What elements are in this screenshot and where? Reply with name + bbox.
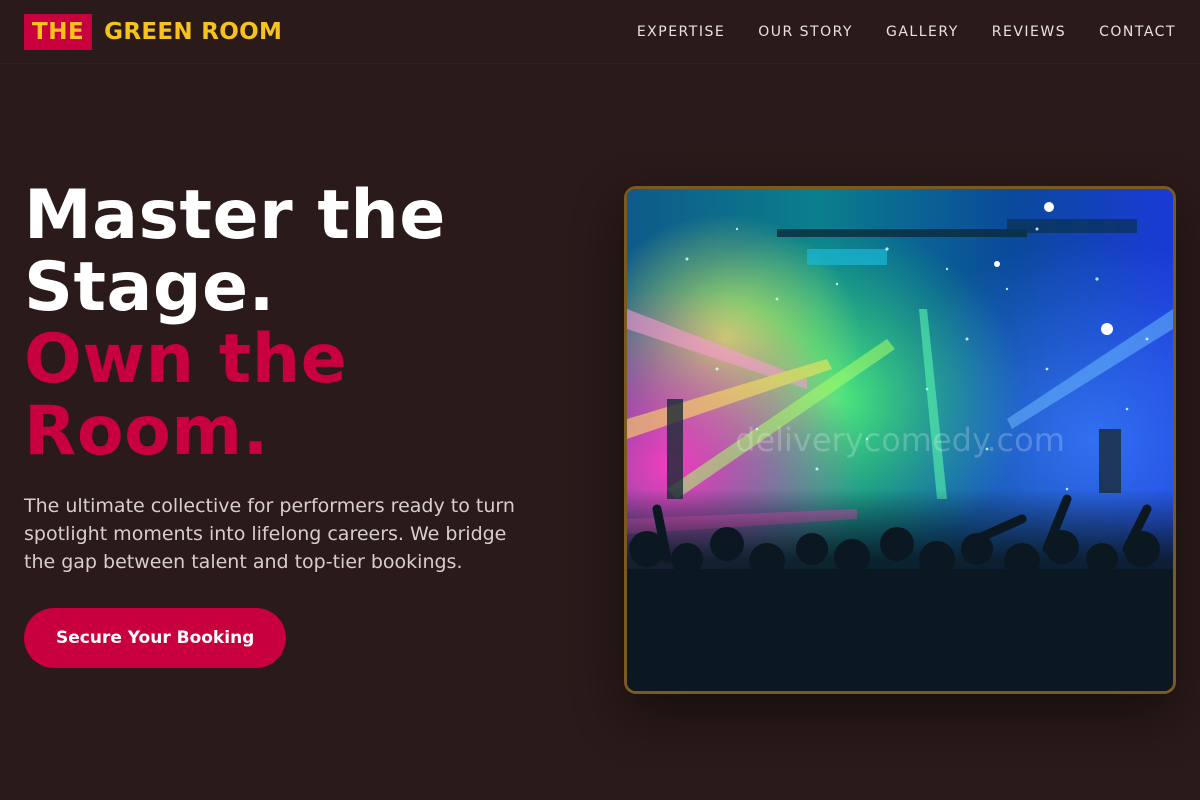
- brand-logo[interactable]: THE GREEN ROOM: [24, 13, 283, 50]
- top-nav: THE GREEN ROOM EXPERTISE OUR STORY GALLE…: [0, 0, 1200, 64]
- nav-links: EXPERTISE OUR STORY GALLERY REVIEWS CONT…: [604, 24, 1176, 40]
- hero-headline: Master the Stage. Own the Room.: [24, 180, 564, 468]
- hero-subtext: The ultimate collective for performers r…: [24, 495, 515, 573]
- logo-text: GREEN ROOM: [104, 18, 283, 45]
- hero-content: Master the Stage. Own the Room. The ulti…: [24, 180, 564, 668]
- nav-link-contact[interactable]: CONTACT: [1099, 24, 1176, 40]
- secure-booking-button[interactable]: Secure Your Booking: [24, 608, 287, 668]
- logo-mark: THE: [24, 13, 93, 50]
- nav-link-gallery[interactable]: GALLERY: [886, 24, 959, 40]
- image-watermark: deliverycomedy.com: [735, 421, 1065, 459]
- nav-link-our-story[interactable]: OUR STORY: [758, 24, 853, 40]
- concert-crowd-image: deliverycomedy.com: [624, 186, 1176, 694]
- nav-link-expertise[interactable]: EXPERTISE: [637, 24, 725, 40]
- headline-line-1: Master the Stage.: [24, 176, 446, 327]
- nav-link-reviews[interactable]: REVIEWS: [992, 24, 1066, 40]
- headline-line-2: Own the Room.: [24, 320, 348, 471]
